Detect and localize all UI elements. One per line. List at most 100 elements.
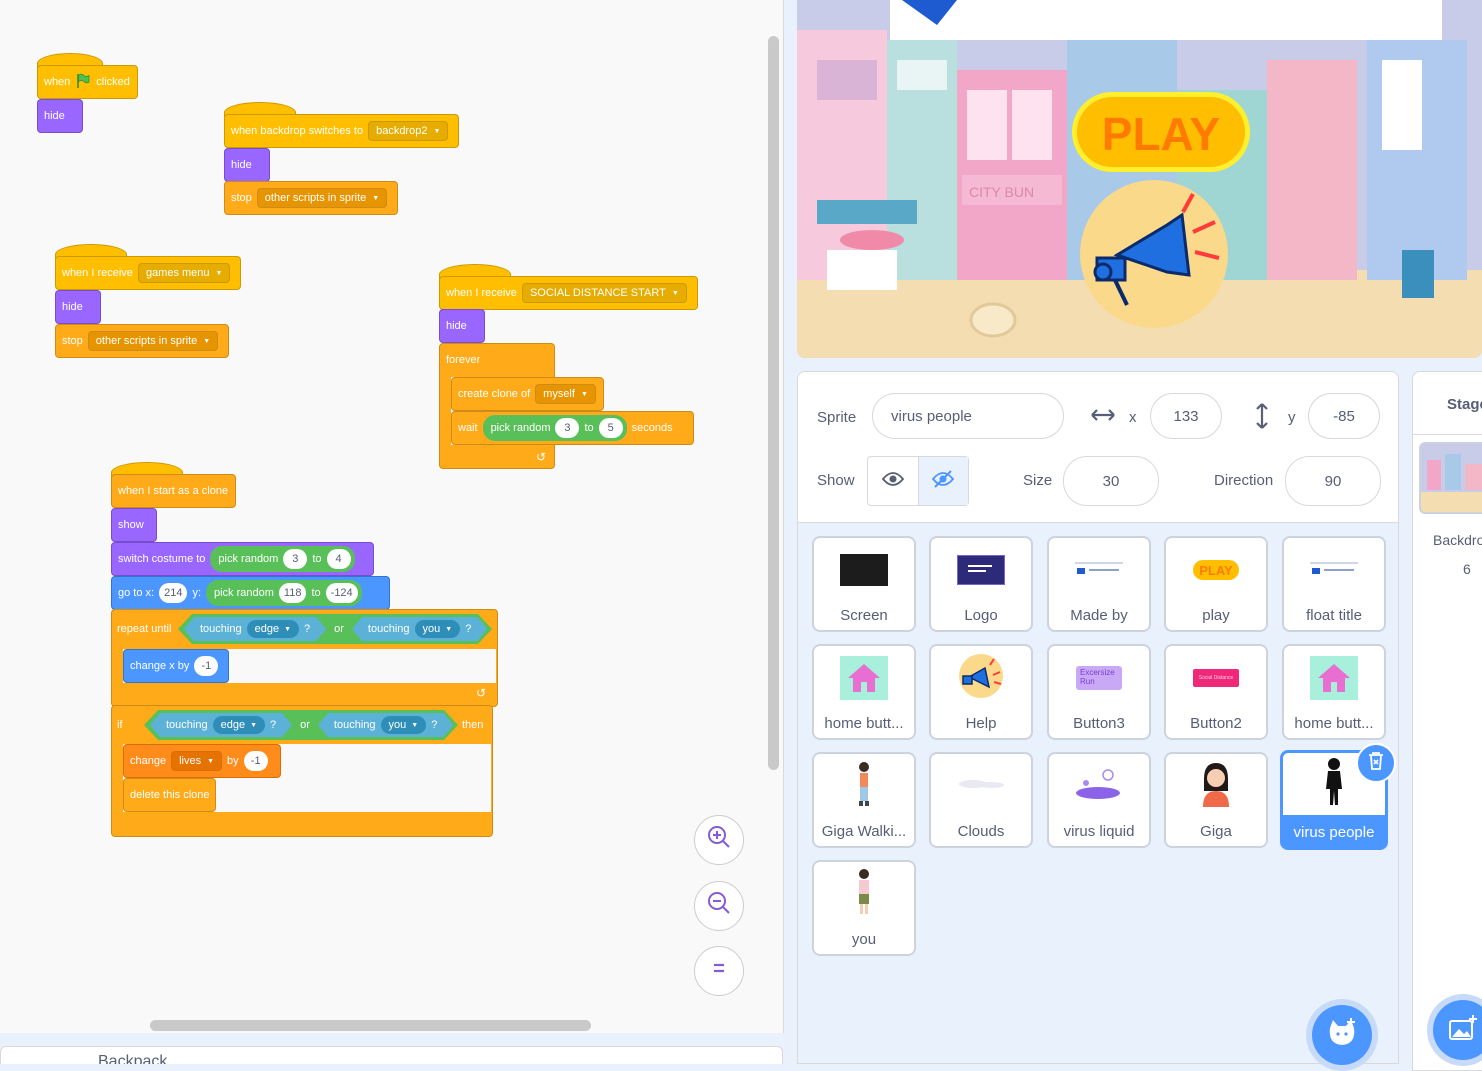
y-label: y — [1288, 409, 1296, 426]
when-i-start-as-clone-block[interactable]: when I start as a clone — [111, 474, 236, 508]
vertical-scrollbar[interactable] — [768, 36, 779, 770]
sprite-name-input[interactable]: virus people — [872, 393, 1064, 439]
stage-canvas[interactable]: CITY BUN PLAY — [797, 0, 1482, 358]
size-label: Size — [1023, 472, 1053, 489]
sprite-tile-virus-liquid[interactable]: virus liquid — [1047, 752, 1151, 848]
when-i-receive-block[interactable]: when I receive games menu ▼ — [55, 256, 241, 290]
or-operator[interactable]: touching edge ▼ ? or touching you ▼ ? — [144, 710, 458, 740]
touching-dropdown[interactable]: edge ▼ — [247, 620, 299, 638]
sprite-tile-play[interactable]: PLAY play — [1164, 536, 1268, 632]
x-input[interactable]: 214 — [159, 583, 188, 603]
stop-block[interactable]: stop other scripts in sprite ▼ — [224, 181, 398, 215]
hide-block[interactable]: hide — [439, 309, 485, 343]
show-block[interactable]: show — [111, 508, 157, 542]
sprite-tile-float-title[interactable]: float title — [1282, 536, 1386, 632]
sprite-tile-giga-walking[interactable]: Giga Walki... — [812, 752, 916, 848]
hide-block[interactable]: hide — [55, 290, 101, 324]
sprite-tile-giga[interactable]: Giga — [1164, 752, 1268, 848]
block-text: hide — [44, 110, 65, 122]
hide-button[interactable] — [918, 457, 968, 505]
direction-input[interactable]: 90 — [1285, 456, 1381, 506]
touching-you-sensor[interactable]: touching you ▼ ? — [318, 713, 453, 737]
touching-dropdown[interactable]: you ▼ — [381, 716, 427, 734]
zoom-reset-button[interactable] — [694, 946, 744, 996]
message-dropdown[interactable]: SOCIAL DISTANCE START ▼ — [521, 283, 687, 303]
sprite-tile-home-button[interactable]: home butt... — [812, 644, 916, 740]
sprite-tile-button3[interactable]: Excersize Run Button3 — [1047, 644, 1151, 740]
stop-dropdown[interactable]: other scripts in sprite ▼ — [256, 188, 388, 208]
hide-block[interactable]: hide — [224, 148, 270, 182]
stage-panel-title: Stage — [1447, 396, 1482, 413]
zoom-out-button[interactable] — [694, 881, 744, 931]
touching-dropdown[interactable]: edge ▼ — [213, 716, 265, 734]
show-button[interactable] — [868, 457, 919, 505]
pick-random-reporter[interactable]: pick random 3 to 4 — [210, 546, 355, 572]
sprite-tile-clouds[interactable]: Clouds — [929, 752, 1033, 848]
message-dropdown[interactable]: games menu ▼ — [137, 263, 231, 283]
choose-sprite-button[interactable] — [1312, 1005, 1372, 1065]
sprite-tile-name: home butt... — [824, 715, 904, 732]
sprite-tile-name: play — [1202, 607, 1230, 624]
switch-costume-block[interactable]: switch costume to pick random 3 to 4 — [111, 542, 374, 576]
backpack-label: Backpack — [98, 1053, 168, 1064]
trash-icon — [1367, 751, 1385, 776]
backdrop-dropdown[interactable]: backdrop2 ▼ — [368, 121, 449, 141]
sprite-tile-help[interactable]: Help — [929, 644, 1033, 740]
touching-edge-sensor[interactable]: touching edge ▼ ? — [184, 617, 326, 641]
touching-edge-sensor[interactable]: touching edge ▼ ? — [150, 713, 292, 737]
block-text: y: — [192, 587, 201, 599]
sprite-tile-screen[interactable]: Screen — [812, 536, 916, 632]
delete-clone-block[interactable]: delete this clone — [123, 778, 216, 812]
go-to-xy-block[interactable]: go to x: 214 y: pick random 118 to -124 — [111, 576, 390, 610]
y-input[interactable]: -85 — [1308, 393, 1380, 439]
horizontal-scrollbar[interactable] — [150, 1020, 591, 1031]
zoom-in-button[interactable] — [694, 815, 744, 865]
liquid-icon — [1074, 767, 1124, 806]
change-x-block[interactable]: change x by -1 — [123, 649, 229, 683]
horizontal-arrows-icon — [1090, 406, 1116, 429]
hide-block[interactable]: hide — [37, 99, 83, 133]
number-input[interactable]: 3 — [555, 418, 580, 438]
code-workspace[interactable]: when clicked hide when backdrop switches… — [0, 0, 784, 1033]
stage-selector-panel[interactable]: Stage Backdro 6 — [1412, 371, 1482, 1071]
block-text: clicked — [96, 76, 130, 88]
number-input[interactable]: 3 — [283, 549, 308, 569]
when-backdrop-switches-block[interactable]: when backdrop switches to backdrop2 ▼ — [224, 114, 459, 148]
number-input[interactable]: 118 — [278, 583, 307, 603]
change-variable-block[interactable]: change lives ▼ by -1 — [123, 744, 281, 778]
dropdown-value: games menu — [145, 267, 210, 279]
block-text: then — [462, 719, 484, 731]
sprite-tile-you[interactable]: you — [812, 860, 916, 956]
stop-dropdown[interactable]: other scripts in sprite ▼ — [87, 331, 219, 351]
wait-block[interactable]: wait pick random 3 to 5 seconds — [451, 411, 694, 445]
size-input[interactable]: 30 — [1063, 456, 1159, 506]
delete-sprite-button[interactable] — [1356, 743, 1396, 783]
create-clone-block[interactable]: create clone of myself ▼ — [451, 377, 604, 411]
number-input[interactable]: -1 — [243, 751, 268, 771]
number-input[interactable]: -124 — [325, 583, 358, 603]
when-flag-clicked-block[interactable]: when clicked — [37, 65, 138, 99]
when-i-receive-block[interactable]: when I receive SOCIAL DISTANCE START ▼ — [439, 276, 698, 310]
sprite-tile-logo[interactable]: Logo — [929, 536, 1033, 632]
x-input[interactable]: 133 — [1150, 393, 1222, 439]
number-input[interactable]: 4 — [326, 549, 351, 569]
touching-you-sensor[interactable]: touching you ▼ ? — [352, 617, 487, 641]
block-text: touching — [166, 719, 208, 731]
direction-label: Direction — [1214, 472, 1274, 489]
or-operator[interactable]: touching edge ▼ ? or touching you ▼ ? — [178, 614, 492, 644]
number-input[interactable]: 5 — [598, 418, 623, 438]
clone-dropdown[interactable]: myself ▼ — [535, 384, 596, 404]
backpack-header[interactable]: Backpack — [0, 1046, 783, 1064]
sprite-thumbnail — [1049, 550, 1149, 590]
number-input[interactable]: -1 — [194, 656, 219, 676]
block-text: by — [227, 755, 239, 767]
variable-dropdown[interactable]: lives ▼ — [171, 751, 223, 771]
chevron-down-icon: ▼ — [284, 625, 292, 633]
sprite-tile-home-button-2[interactable]: home butt... — [1282, 644, 1386, 740]
stop-block[interactable]: stop other scripts in sprite ▼ — [55, 324, 229, 358]
sprite-tile-made-by[interactable]: Made by — [1047, 536, 1151, 632]
pick-random-reporter[interactable]: pick random 3 to 5 — [482, 415, 627, 441]
pick-random-reporter[interactable]: pick random 118 to -124 — [206, 580, 362, 606]
touching-dropdown[interactable]: you ▼ — [415, 620, 461, 638]
sprite-tile-button2[interactable]: Social Distance Button2 — [1164, 644, 1268, 740]
